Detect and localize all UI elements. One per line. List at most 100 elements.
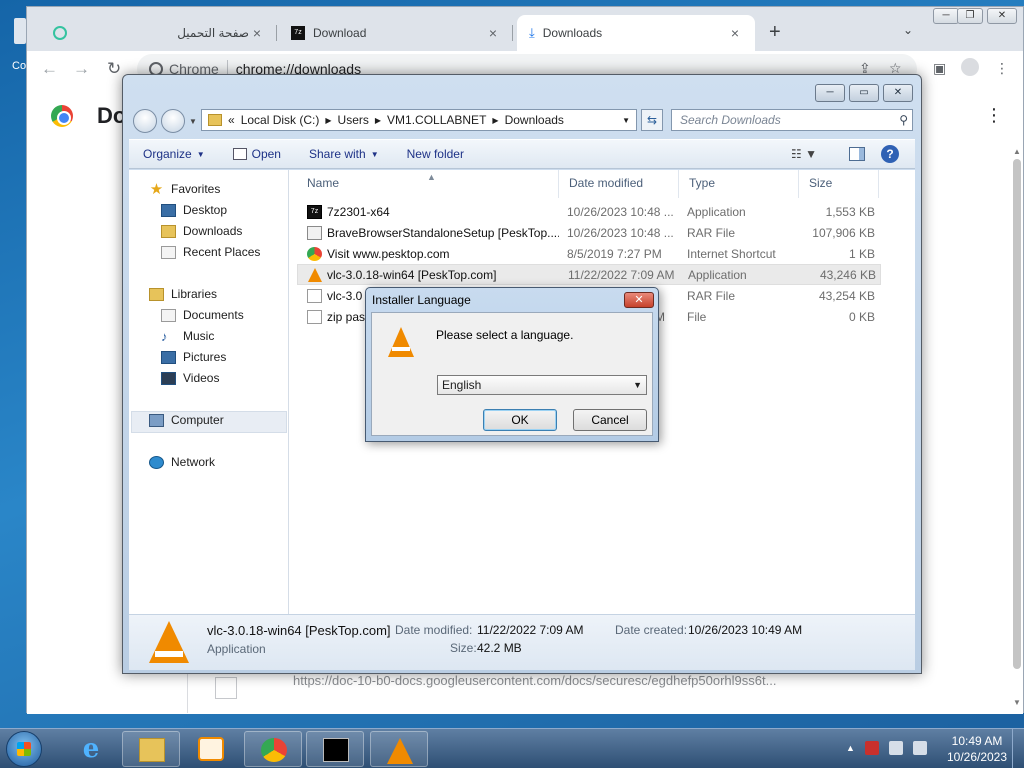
start-button[interactable] xyxy=(6,731,42,767)
page-scrollbar[interactable]: ▲ ▼ xyxy=(1011,147,1023,707)
tab-search-dropdown-icon[interactable]: ⌄ xyxy=(903,23,913,37)
tab-close-icon[interactable]: × xyxy=(249,25,265,41)
tab-download-page[interactable]: صفحة التحميل × xyxy=(41,15,277,51)
column-header-size[interactable]: Size xyxy=(799,170,879,198)
file-row[interactable]: 7z 7z2301-x64 10/26/2023 10:48 ... Appli… xyxy=(297,201,881,222)
nav-videos[interactable]: Videos xyxy=(161,371,219,385)
volume-muted-icon[interactable] xyxy=(912,741,927,755)
details-file-name: vlc-3.0.18-win64 [PeskTop.com] xyxy=(207,623,391,638)
search-icon[interactable]: ⚲ xyxy=(899,110,908,130)
column-header-type[interactable]: Type xyxy=(679,170,799,198)
7z-icon: 7z xyxy=(307,204,322,219)
nav-recent-places[interactable]: Recent Places xyxy=(161,245,260,259)
nav-music[interactable]: ♪ Music xyxy=(161,329,214,343)
desktop-icon[interactable] xyxy=(14,18,26,44)
nav-computer[interactable]: Computer xyxy=(149,413,224,427)
minimize-button[interactable]: ─ xyxy=(933,8,959,24)
file-size: 1,553 KB xyxy=(825,204,875,219)
address-dropdown-icon[interactable]: ▼ xyxy=(616,116,636,125)
organize-button[interactable]: Organize ▼ xyxy=(143,147,205,161)
column-label: Name xyxy=(307,176,340,190)
taskbar-internet-explorer[interactable]: e xyxy=(62,731,120,767)
downloads-menu-icon[interactable]: ⋮ xyxy=(985,105,1003,126)
nav-documents[interactable]: Documents xyxy=(161,308,244,322)
preview-pane-icon[interactable] xyxy=(849,147,865,161)
scroll-down-icon[interactable]: ▼ xyxy=(1013,698,1021,707)
new-folder-button[interactable]: New folder xyxy=(407,147,464,161)
breadcrumb-local-disk[interactable]: Local Disk (C:) xyxy=(241,113,320,127)
dialog-close-button[interactable]: ✕ xyxy=(624,292,654,308)
action-center-icon[interactable] xyxy=(864,741,879,755)
details-created-label: Date created: xyxy=(615,623,688,637)
tray-overflow-icon[interactable]: ▲ xyxy=(846,741,855,755)
taskbar-chrome[interactable] xyxy=(244,731,302,767)
breadcrumb-arrow-icon[interactable]: ▶ xyxy=(492,116,498,125)
taskbar-command-prompt[interactable] xyxy=(306,731,364,767)
file-type: Application xyxy=(688,267,747,282)
show-desktop-button[interactable] xyxy=(1012,729,1024,768)
change-view-icon[interactable]: ☷ ▼ xyxy=(791,147,817,161)
open-button[interactable]: Open xyxy=(232,147,281,161)
tab-download[interactable]: 7z Download × xyxy=(279,15,513,51)
help-icon[interactable]: ? xyxy=(881,145,899,163)
taskbar-vlc-installer[interactable] xyxy=(370,731,428,767)
breadcrumb-downloads[interactable]: Downloads xyxy=(505,113,564,127)
tab-close-icon[interactable]: × xyxy=(485,25,501,41)
file-row[interactable]: Visit www.pesktop.com 8/5/2019 7:27 PM I… xyxy=(297,243,881,264)
nav-pictures[interactable]: Pictures xyxy=(161,350,226,364)
new-tab-button[interactable]: + xyxy=(769,21,781,44)
forward-icon[interactable]: → xyxy=(73,59,90,79)
explorer-address-bar[interactable]: « Local Disk (C:) ▶ Users ▶ VM1.COLLABNE… xyxy=(201,109,637,131)
share-with-button[interactable]: Share with ▼ xyxy=(309,147,379,161)
taskbar-media-player[interactable] xyxy=(182,731,240,767)
file-size: 0 KB xyxy=(848,309,875,324)
explorer-back-button[interactable] xyxy=(133,109,157,133)
tab-downloads[interactable]: ⤓ Downloads × xyxy=(517,15,755,51)
chevron-down-icon: ▼ xyxy=(196,149,205,159)
file-row[interactable]: BraveBrowserStandaloneSetup [PeskTop....… xyxy=(297,222,881,243)
explorer-forward-button[interactable] xyxy=(161,109,185,133)
language-select[interactable]: English ▼ xyxy=(437,375,647,395)
network-tray-icon[interactable] xyxy=(888,741,903,755)
system-tray: ▲ xyxy=(846,741,927,755)
download-source-url[interactable]: https://doc-10-b0-docs.googleusercontent… xyxy=(293,673,776,688)
breadcrumb-arrow-icon[interactable]: ▶ xyxy=(375,116,381,125)
close-button[interactable]: ✕ xyxy=(987,8,1017,24)
tab-close-icon[interactable]: × xyxy=(727,25,743,41)
breadcrumb-arrow-icon[interactable]: ▶ xyxy=(325,116,331,125)
side-panel-icon[interactable]: ▣ xyxy=(933,60,946,77)
file-row-selected[interactable]: vlc-3.0.18-win64 [PeskTop.com] 11/22/202… xyxy=(297,264,881,285)
file-type: RAR File xyxy=(687,288,736,303)
explorer-close-button[interactable]: ✕ xyxy=(883,84,913,102)
refresh-icon[interactable]: ⇆ xyxy=(641,109,663,131)
nav-libraries[interactable]: Libraries xyxy=(149,287,217,301)
scroll-up-icon[interactable]: ▲ xyxy=(1013,147,1021,156)
nav-network[interactable]: Network xyxy=(149,455,215,469)
column-header-name[interactable]: Name ▲ xyxy=(297,170,559,198)
file-explorer-icon xyxy=(139,738,165,762)
scrollbar-thumb[interactable] xyxy=(1013,159,1021,669)
nav-label: Favorites xyxy=(171,182,221,196)
taskbar-file-explorer[interactable] xyxy=(122,731,180,767)
profile-avatar-icon[interactable] xyxy=(961,58,979,76)
reload-icon[interactable]: ↻ xyxy=(107,59,121,79)
chrome-menu-icon[interactable]: ⋮ xyxy=(995,60,1009,77)
explorer-maximize-button[interactable]: ▭ xyxy=(849,84,879,102)
clock[interactable]: 10:49 AM 10/26/2023 xyxy=(944,733,1010,765)
breadcrumb-users[interactable]: Users xyxy=(338,113,369,127)
cancel-button[interactable]: Cancel xyxy=(573,409,647,431)
column-header-date[interactable]: Date modified xyxy=(559,170,679,198)
search-input[interactable]: Search Downloads ⚲ xyxy=(671,109,913,131)
explorer-minimize-button[interactable]: ─ xyxy=(815,84,845,102)
nav-desktop[interactable]: Desktop xyxy=(161,203,227,217)
restore-button[interactable]: ❐ xyxy=(957,8,983,24)
recent-pages-dropdown-icon[interactable]: ▼ xyxy=(189,117,197,126)
ok-button[interactable]: OK xyxy=(483,409,557,431)
breadcrumb-overflow[interactable]: « xyxy=(228,113,235,127)
back-icon[interactable]: ← xyxy=(41,59,58,79)
nav-downloads[interactable]: Downloads xyxy=(161,224,242,238)
nav-favorites[interactable]: ★ Favorites xyxy=(149,182,221,197)
breadcrumb-user[interactable]: VM1.COLLABNET xyxy=(387,113,486,127)
dialog-message: Please select a language. xyxy=(436,328,574,342)
chevron-down-icon[interactable]: ▼ xyxy=(633,376,642,394)
